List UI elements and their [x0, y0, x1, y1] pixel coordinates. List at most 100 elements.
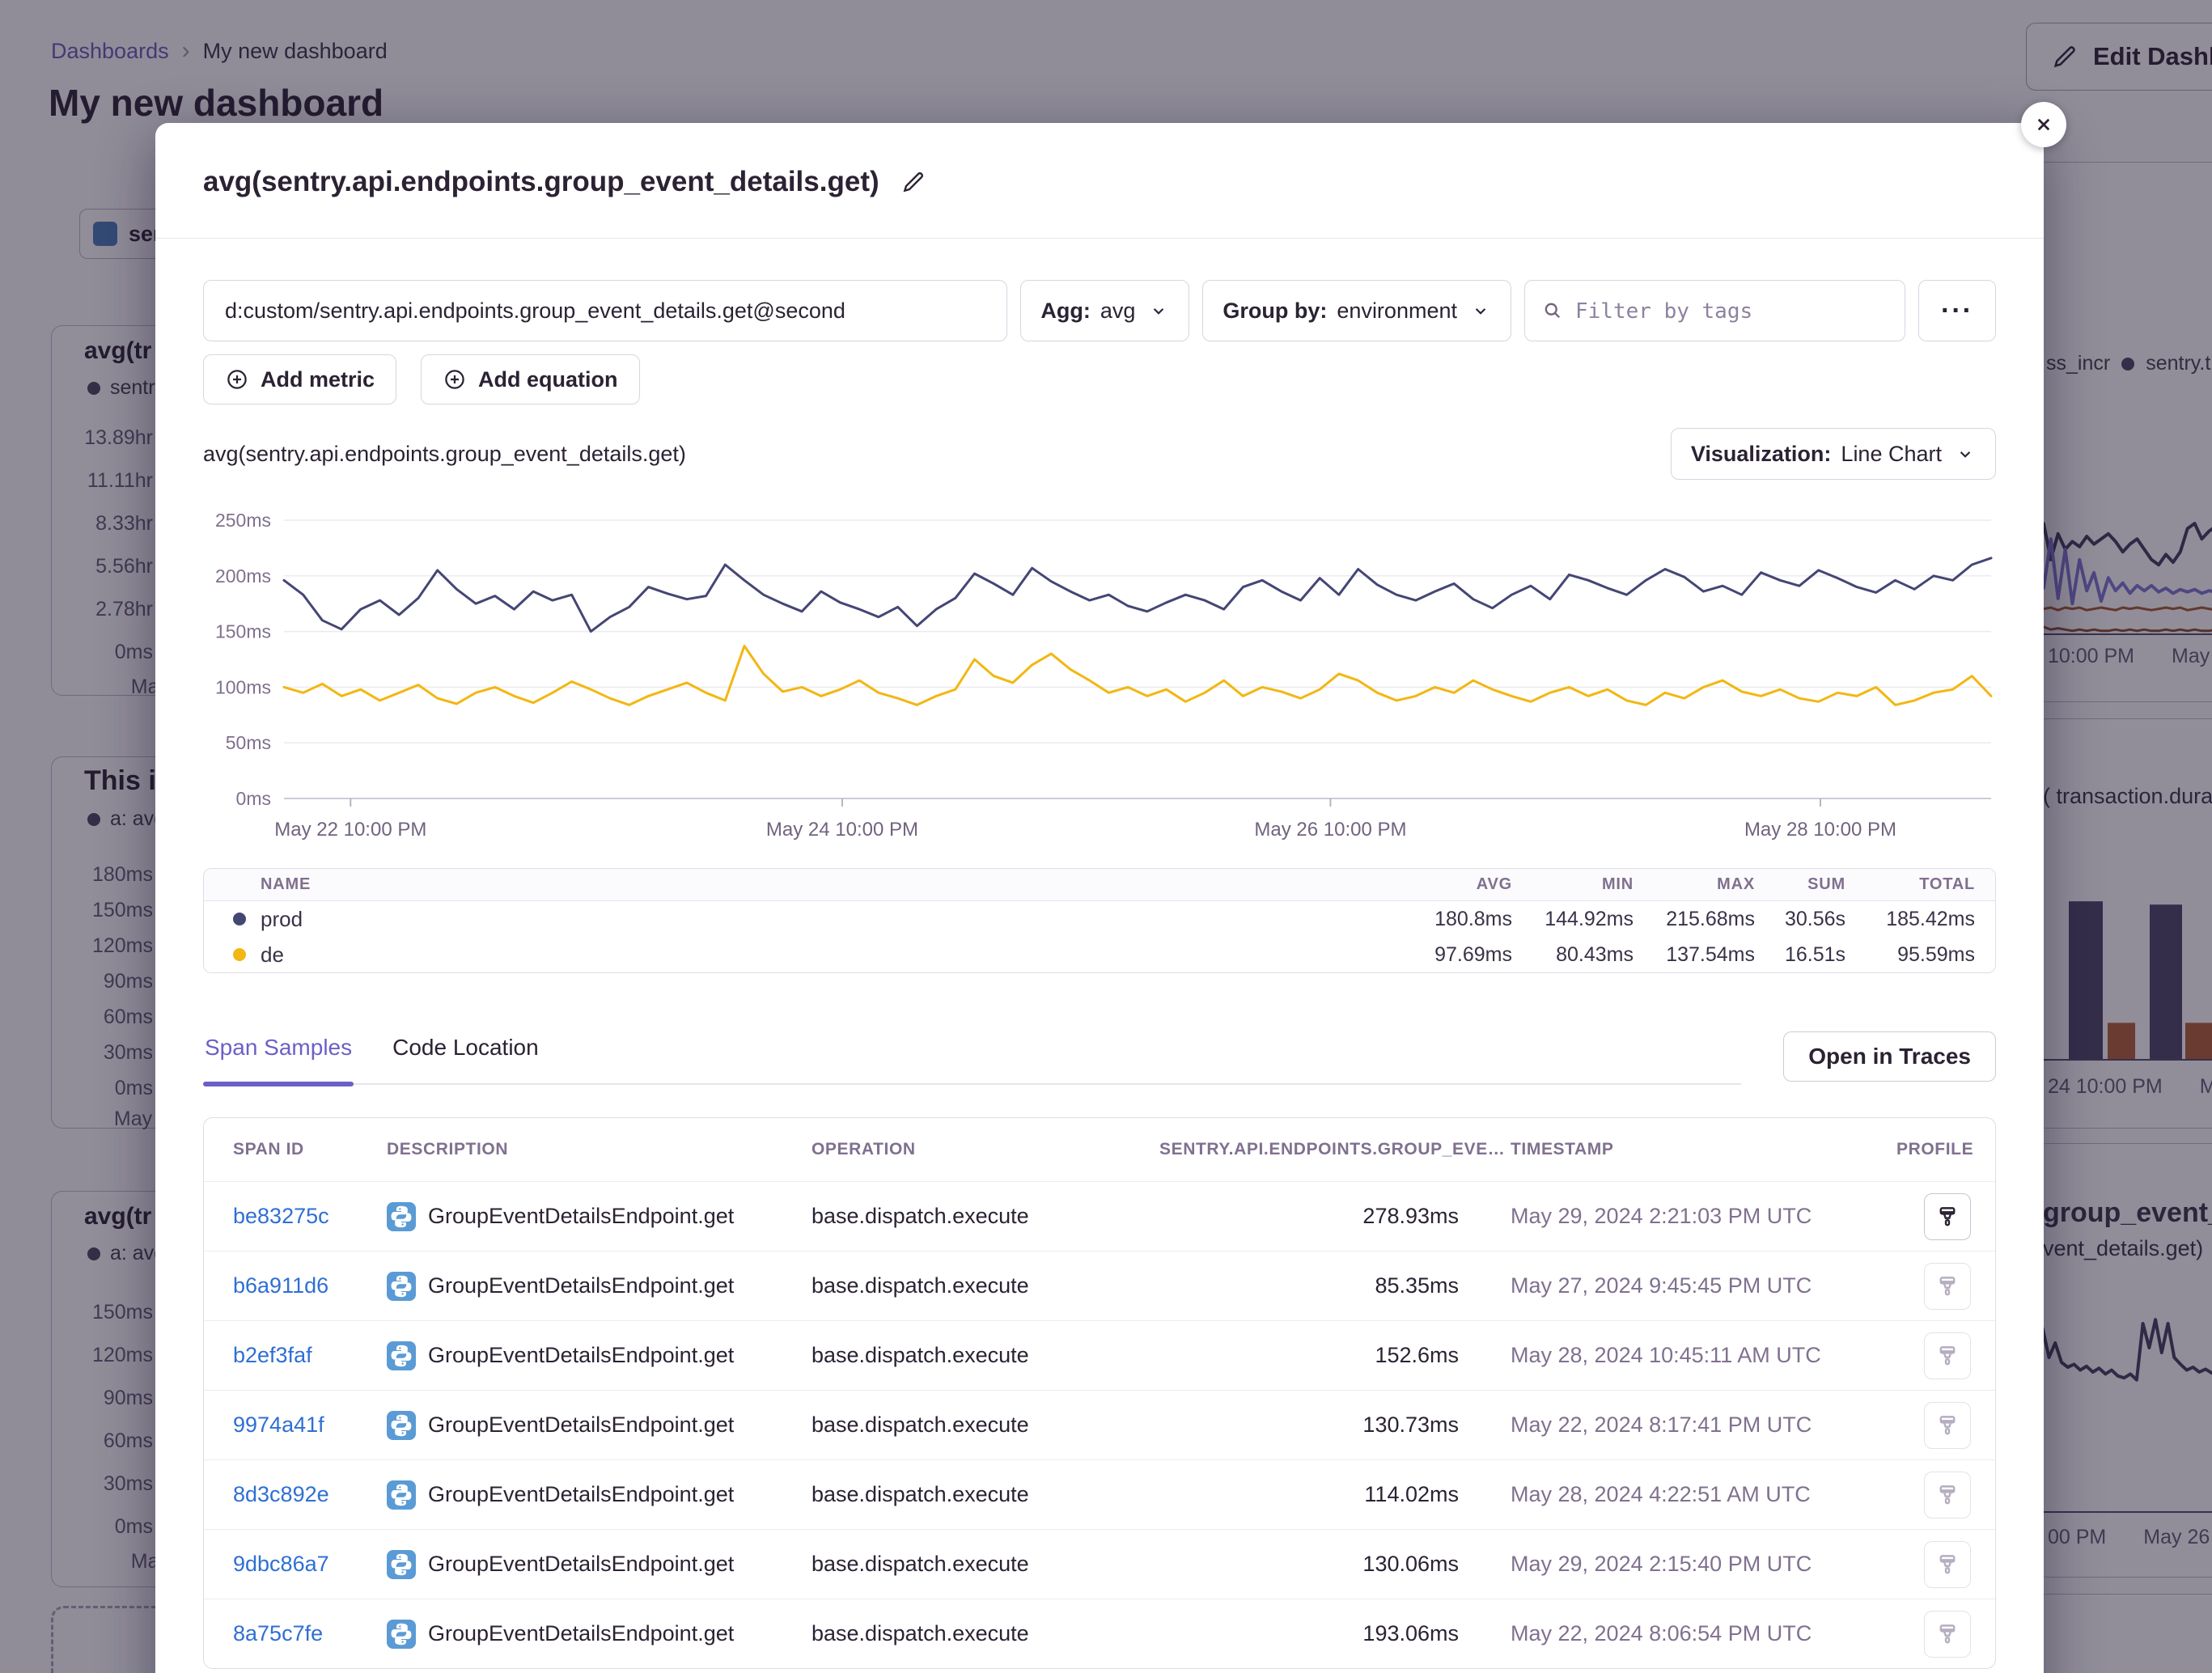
svg-text:100ms: 100ms: [215, 676, 271, 697]
tab-code-location[interactable]: Code Location: [391, 1031, 540, 1083]
span-id-link[interactable]: 9dbc86a7: [233, 1552, 387, 1577]
python-icon: [387, 1411, 416, 1440]
span-operation: base.dispatch.execute: [811, 1273, 1159, 1298]
summary-header-avg: AVG: [1375, 875, 1512, 894]
close-icon: [2032, 112, 2056, 137]
series-color-dot: [233, 948, 246, 961]
series-sum: 16.51s: [1755, 943, 1845, 967]
span-operation: base.dispatch.execute: [811, 1343, 1159, 1368]
add-metric-label: Add metric: [261, 367, 375, 392]
summary-row: prod 180.8ms 144.92ms 215.68ms 30.56s 18…: [204, 901, 1995, 937]
groupby-label: Group by:: [1223, 299, 1327, 324]
summary-header-name: NAME: [228, 875, 1375, 894]
groupby-select[interactable]: Group by: environment: [1202, 280, 1511, 341]
add-equation-label: Add equation: [478, 367, 617, 392]
series-name: de: [261, 942, 284, 968]
python-icon: [387, 1341, 416, 1370]
span-id-link[interactable]: 8a75c7fe: [233, 1621, 387, 1646]
span-description: GroupEventDetailsEndpoint.get: [428, 1204, 734, 1229]
python-icon: [387, 1480, 416, 1510]
span-duration: 152.6ms: [1159, 1343, 1459, 1368]
profile-flashlight-icon: [1934, 1620, 1961, 1648]
chevron-down-icon: [1148, 300, 1169, 321]
filter-by-tags-field: [1524, 280, 1905, 341]
metric-details-modal: avg(sentry.api.endpoints.group_event_det…: [155, 123, 2044, 1673]
span-description: GroupEventDetailsEndpoint.get: [428, 1273, 734, 1298]
profile-button[interactable]: [1924, 1611, 1971, 1658]
span-timestamp: May 22, 2024 8:06:54 PM UTC: [1459, 1621, 1896, 1646]
profile-button[interactable]: [1924, 1402, 1971, 1449]
visualization-select[interactable]: Visualization: Line Chart: [1671, 428, 1996, 480]
profile-button[interactable]: [1924, 1193, 1971, 1240]
visualization-value: Line Chart: [1841, 442, 1942, 467]
tabs-strip: Span Samples Code Location: [203, 1031, 1741, 1085]
series-max: 137.54ms: [1634, 943, 1755, 967]
span-header-profile: PROFILE: [1896, 1140, 1971, 1159]
span-description: GroupEventDetailsEndpoint.get: [428, 1482, 734, 1507]
span-row: 9974a41f GroupEventDetailsEndpoint.get b…: [204, 1390, 1995, 1459]
span-operation: base.dispatch.execute: [811, 1621, 1159, 1646]
span-description: GroupEventDetailsEndpoint.get: [428, 1621, 734, 1646]
span-timestamp: May 27, 2024 9:45:45 PM UTC: [1459, 1273, 1896, 1298]
svg-text:150ms: 150ms: [215, 621, 271, 642]
span-row: 9dbc86a7 GroupEventDetailsEndpoint.get b…: [204, 1529, 1995, 1599]
span-row: be83275c GroupEventDetailsEndpoint.get b…: [204, 1181, 1995, 1251]
profile-button[interactable]: [1924, 1263, 1971, 1310]
summary-row: de 97.69ms 80.43ms 137.54ms 16.51s 95.59…: [204, 937, 1995, 972]
span-description: GroupEventDetailsEndpoint.get: [428, 1343, 734, 1368]
add-equation-button[interactable]: Add equation: [421, 354, 639, 404]
profile-button[interactable]: [1924, 1332, 1971, 1379]
metrics-line-chart: 0ms50ms100ms150ms200ms250msMay 22 10:00 …: [203, 498, 1996, 853]
summary-header-row: NAME AVG MIN MAX SUM TOTAL: [204, 869, 1995, 901]
more-options-button[interactable]: ···: [1918, 280, 1996, 341]
metric-query-input[interactable]: [203, 280, 1007, 341]
series-max: 215.68ms: [1634, 908, 1755, 931]
search-icon: [1541, 299, 1564, 322]
span-duration: 85.35ms: [1159, 1273, 1459, 1298]
aggregation-select[interactable]: Agg: avg: [1020, 280, 1189, 341]
span-id-link[interactable]: b6a911d6: [233, 1273, 387, 1298]
filter-by-tags-input[interactable]: [1575, 299, 1888, 324]
svg-text:May 26 10:00 PM: May 26 10:00 PM: [1254, 819, 1406, 841]
span-id-link[interactable]: 9974a41f: [233, 1413, 387, 1438]
profile-flashlight-icon: [1934, 1342, 1961, 1370]
python-icon: [387, 1620, 416, 1649]
add-metric-button[interactable]: Add metric: [203, 354, 396, 404]
svg-text:250ms: 250ms: [215, 510, 271, 531]
profile-flashlight-icon: [1934, 1203, 1961, 1230]
span-id-link[interactable]: be83275c: [233, 1204, 387, 1229]
agg-label: Agg:: [1040, 299, 1090, 324]
open-in-traces-button[interactable]: Open in Traces: [1783, 1031, 1996, 1082]
span-table-header-row: SPAN ID DESCRIPTION OPERATION SENTRY.API…: [204, 1118, 1995, 1181]
span-id-link[interactable]: b2ef3faf: [233, 1343, 387, 1368]
span-duration: 130.73ms: [1159, 1413, 1459, 1438]
span-operation: base.dispatch.execute: [811, 1204, 1159, 1229]
span-duration: 193.06ms: [1159, 1621, 1459, 1646]
plus-circle-icon: [443, 367, 467, 392]
profile-button[interactable]: [1924, 1541, 1971, 1588]
span-duration: 130.06ms: [1159, 1552, 1459, 1577]
svg-text:May 24 10:00 PM: May 24 10:00 PM: [766, 819, 918, 841]
span-row: 8d3c892e GroupEventDetailsEndpoint.get b…: [204, 1459, 1995, 1529]
span-operation: base.dispatch.execute: [811, 1413, 1159, 1438]
profile-flashlight-icon: [1934, 1551, 1961, 1578]
python-icon: [387, 1550, 416, 1579]
span-samples-table: SPAN ID DESCRIPTION OPERATION SENTRY.API…: [203, 1117, 1996, 1669]
series-total: 95.59ms: [1845, 943, 1975, 967]
tab-span-samples[interactable]: Span Samples: [203, 1031, 354, 1083]
span-header-metric: SENTRY.API.ENDPOINTS.GROUP_EVE…: [1159, 1140, 1459, 1159]
span-id-link[interactable]: 8d3c892e: [233, 1482, 387, 1507]
edit-title-icon[interactable]: [900, 169, 926, 195]
series-min: 144.92ms: [1512, 908, 1634, 931]
visualization-label: Visualization:: [1691, 442, 1832, 467]
summary-header-total: TOTAL: [1845, 875, 1975, 894]
span-timestamp: May 22, 2024 8:17:41 PM UTC: [1459, 1413, 1896, 1438]
summary-header-max: MAX: [1634, 875, 1755, 894]
close-button[interactable]: [2021, 102, 2066, 147]
divider: [155, 238, 2044, 239]
span-timestamp: May 28, 2024 4:22:51 AM UTC: [1459, 1482, 1896, 1507]
plus-circle-icon: [225, 367, 249, 392]
span-row: 8a75c7fe GroupEventDetailsEndpoint.get b…: [204, 1599, 1995, 1668]
profile-button[interactable]: [1924, 1472, 1971, 1518]
series-color-dot: [233, 913, 246, 925]
